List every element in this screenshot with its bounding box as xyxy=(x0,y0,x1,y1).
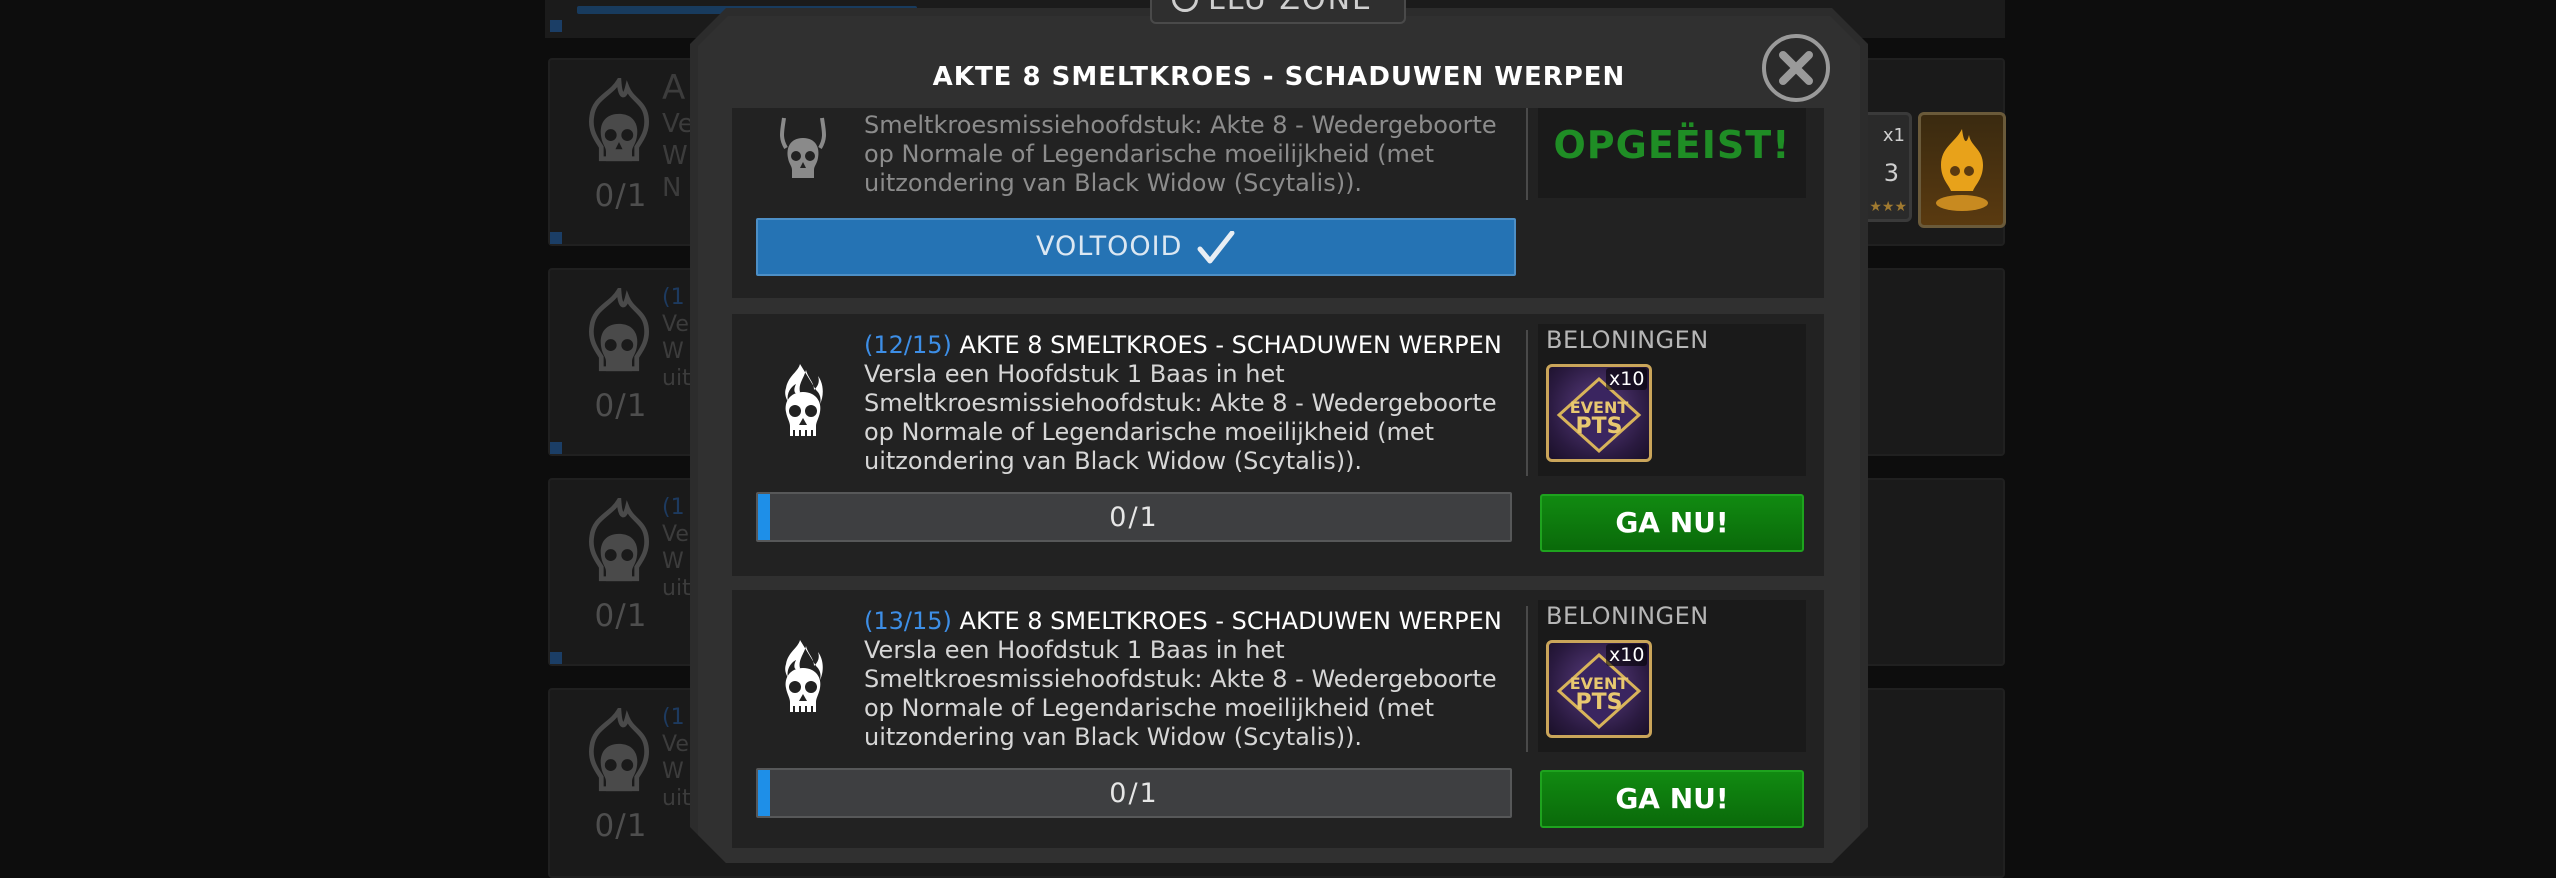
mission-number: (13/15) xyxy=(864,607,952,635)
flaming-skull-icon xyxy=(785,640,823,712)
checkmark-icon xyxy=(1197,230,1235,263)
timer-text: LLU ZONE xyxy=(1208,0,1373,17)
clock-icon xyxy=(1172,0,1198,12)
flaming-skull-icon xyxy=(785,364,823,436)
background-reward-item xyxy=(1918,112,2006,228)
background-count: 0/1 xyxy=(594,388,648,424)
timer-tab: LLU ZONE xyxy=(1150,0,1406,24)
flaming-skull-icon xyxy=(780,117,826,178)
mission-card: (13/15) AKTE 8 SMELTKROES - SCHADUWEN WE… xyxy=(732,590,1824,848)
flaming-skull-icon xyxy=(588,78,650,162)
close-icon xyxy=(1779,51,1813,85)
rewards-panel: BELONINGEN EVENT PTS x10 xyxy=(1538,324,1806,476)
mission-heading: AKTE 8 SMELTKROES - SCHADUWEN WERPEN xyxy=(959,607,1502,635)
background-marker xyxy=(550,20,562,32)
background-text: (1 Ve W uit xyxy=(662,705,691,811)
background-count: 0/1 xyxy=(594,178,648,214)
background-marker xyxy=(550,232,562,244)
background-count: 0/1 xyxy=(594,808,648,844)
claimed-label: OPGEËIST! xyxy=(1538,108,1806,198)
mission-description: (13/15) AKTE 8 SMELTKROES - SCHADUWEN WE… xyxy=(864,607,1502,751)
svg-text:PTS: PTS xyxy=(1576,690,1623,715)
background-text: A Ve W N xyxy=(662,68,694,203)
mission-heading: AKTE 8 SMELTKROES - SCHADUWEN WERPEN xyxy=(959,331,1502,359)
golden-skull-icon xyxy=(1936,129,1988,211)
background-text: (1 Ve W uit xyxy=(662,495,691,601)
progress-label: 0/1 xyxy=(1109,778,1159,809)
rewards-panel: BELONINGEN EVENT PTS x10 xyxy=(1538,600,1806,752)
mission-divider xyxy=(1526,606,1528,752)
background-marker xyxy=(550,652,562,664)
close-button[interactable] xyxy=(1762,34,1830,102)
rewards-title: BELONINGEN xyxy=(1546,602,1709,630)
mission-divider xyxy=(1526,330,1528,476)
mission-progress-bar: 0/1 xyxy=(756,768,1512,818)
progress-label: 0/1 xyxy=(1109,502,1159,533)
completed-status-button: VOLTOOID xyxy=(756,218,1516,276)
flaming-skull-icon xyxy=(588,498,650,582)
mission-divider xyxy=(1526,108,1528,200)
go-now-button[interactable]: GA NU! xyxy=(1540,494,1804,552)
svg-text:PTS: PTS xyxy=(1576,414,1623,439)
background-marker xyxy=(550,442,562,454)
background-count: 0/1 xyxy=(594,598,648,634)
mission-description: Smeltkroesmissiehoofdstuk: Akte 8 - Wede… xyxy=(864,111,1497,197)
background-text: (1 Ve W uit xyxy=(662,285,691,391)
flaming-skull-icon xyxy=(588,708,650,792)
reward-quantity: x10 xyxy=(1606,368,1648,390)
rewards-title: BELONINGEN xyxy=(1546,326,1709,354)
modal-title: AKTE 8 SMELTKROES - SCHADUWEN WERPEN xyxy=(932,62,1626,92)
mission-description: (12/15) AKTE 8 SMELTKROES - SCHADUWEN WE… xyxy=(864,331,1502,475)
go-now-button[interactable]: GA NU! xyxy=(1540,770,1804,828)
mission-progress-bar: 0/1 xyxy=(756,492,1512,542)
mission-number: (12/15) xyxy=(864,331,952,359)
mission-card: (12/15) AKTE 8 SMELTKROES - SCHADUWEN WE… xyxy=(732,314,1824,576)
reward-quantity: x10 xyxy=(1606,644,1648,666)
mission-card-completed: Smeltkroesmissiehoofdstuk: Akte 8 - Wede… xyxy=(732,108,1824,298)
flaming-skull-icon xyxy=(588,288,650,372)
